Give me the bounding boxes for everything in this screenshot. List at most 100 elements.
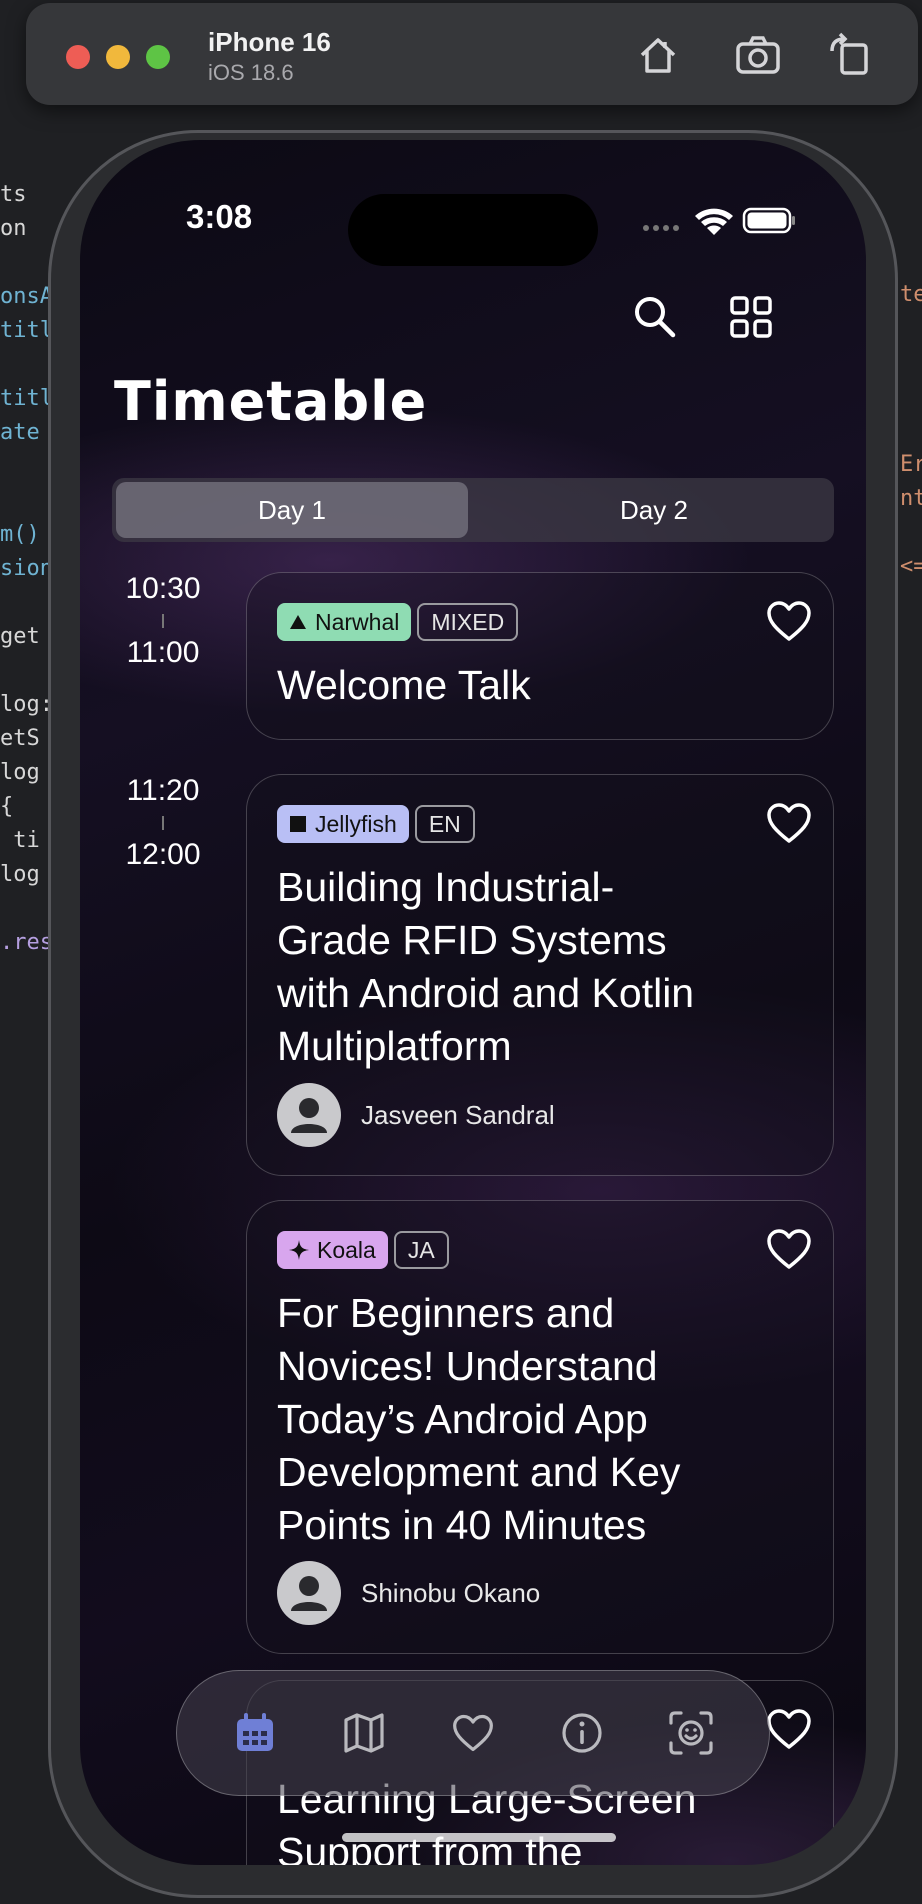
title-line: Multiplatform (277, 1023, 512, 1069)
tab-favorites[interactable] (441, 1701, 505, 1765)
session-tags: Koala JA (277, 1231, 449, 1269)
tab-about[interactable] (550, 1701, 614, 1765)
home-indicator (342, 1833, 616, 1842)
screenshot-icon[interactable] (734, 31, 782, 79)
favorite-heart-icon[interactable] (765, 1227, 813, 1271)
avatar (277, 1561, 341, 1625)
speaker-row: Jasveen Sandral (277, 1083, 555, 1147)
square-icon (290, 816, 306, 832)
speaker-name: Shinobu Okano (361, 1577, 541, 1608)
favorite-heart-icon[interactable] (765, 1707, 813, 1751)
room-badge: Jellyfish (277, 805, 409, 843)
code-line: onsA (0, 284, 53, 309)
session-card[interactable]: Narwhal MIXED Welcome Talk (246, 572, 834, 740)
time-slot: 10:30 11:00 (108, 572, 218, 670)
room-name: Koala (317, 1236, 376, 1263)
code-line: sion (0, 556, 53, 581)
title-line: Grade RFID Systems (277, 917, 667, 963)
session-card[interactable]: Koala JA For Beginners and Novices! Unde… (246, 1200, 834, 1654)
language-label: JA (407, 1236, 435, 1263)
session-tags: Narwhal MIXED (277, 603, 519, 641)
tab-day-2[interactable]: Day 2 (478, 482, 830, 538)
battery-icon (742, 207, 795, 234)
slot-separator (162, 816, 164, 830)
session-title: Welcome Talk (277, 659, 531, 712)
code-line: get (0, 624, 40, 649)
language-label: MIXED (431, 608, 505, 635)
code-line: ti (0, 828, 40, 853)
language-label: EN (428, 810, 461, 837)
home-icon[interactable] (634, 31, 682, 79)
rotate-icon[interactable] (826, 31, 874, 79)
session-card[interactable]: Jellyfish EN Building Industrial- Grade … (246, 774, 834, 1176)
app-screen: 3:08 Timetable Day 1 Day 2 10:30 11:00 1… (80, 140, 866, 1865)
room-badge: Koala (277, 1231, 388, 1269)
title-line: Welcome Talk (277, 662, 531, 708)
title-line: Building Industrial- (277, 864, 615, 910)
title-line: Development and Key (277, 1449, 681, 1495)
code-line: titl (0, 386, 53, 411)
session-tags: Jellyfish EN (277, 805, 475, 843)
sparkle-icon (289, 1240, 309, 1260)
slot-end-time: 12:00 (125, 838, 201, 871)
editor-code-left: ts on onsA titl titl ate m() sion get log: etS log {… (0, 178, 53, 960)
code-line: on (0, 216, 27, 241)
code-line: titl (0, 318, 53, 343)
code-line: nt (900, 486, 922, 511)
triangle-icon (290, 615, 306, 629)
title-line: Today’s Android App (277, 1396, 648, 1442)
info-icon (562, 1713, 602, 1753)
room-name: Narwhal (315, 608, 400, 635)
room-name: Jellyfish (315, 810, 397, 837)
code-line: { (0, 794, 14, 819)
language-badge: JA (393, 1231, 449, 1269)
slot-start-time: 11:20 (126, 774, 200, 807)
search-icon[interactable] (630, 292, 680, 342)
favorite-heart-icon[interactable] (765, 599, 813, 643)
code-line: ate (0, 420, 40, 445)
code-line: <= (900, 554, 922, 579)
tab-timetable[interactable] (223, 1701, 287, 1765)
heart-icon (453, 1714, 493, 1752)
day-selector: Day 1 Day 2 (112, 478, 834, 542)
dynamic-island (348, 194, 598, 266)
calendar-icon (237, 1713, 273, 1751)
bottom-tab-bar (176, 1670, 770, 1796)
page-title: Timetable (114, 370, 428, 433)
close-window-button[interactable] (66, 45, 90, 69)
avatar (277, 1083, 341, 1147)
simulator-titlebar: iPhone 16 iOS 18.6 (26, 3, 918, 105)
title-line: Support from the (277, 1829, 583, 1865)
code-line: .res (0, 930, 53, 955)
title-line: with Android and Kotlin (277, 970, 695, 1016)
zoom-window-button[interactable] (146, 45, 170, 69)
tab-map[interactable] (332, 1701, 396, 1765)
session-title: Building Industrial- Grade RFID Systems … (277, 861, 694, 1073)
favorite-heart-icon[interactable] (765, 801, 813, 845)
minimize-window-button[interactable] (106, 45, 130, 69)
face-scan-icon (669, 1711, 713, 1755)
code-line: log (0, 862, 40, 887)
speaker-row: Shinobu Okano (277, 1561, 540, 1625)
grid-view-icon[interactable] (726, 292, 776, 342)
title-line: For Beginners and (277, 1290, 615, 1336)
time-slot: 11:20 12:00 (108, 774, 218, 872)
title-line: Novices! Understand (277, 1343, 658, 1389)
title-line: Points in 40 Minutes (277, 1502, 647, 1548)
speaker-name: Jasveen Sandral (361, 1099, 555, 1130)
map-icon (344, 1713, 384, 1753)
language-badge: EN (414, 805, 475, 843)
tab-profile[interactable] (659, 1701, 723, 1765)
code-line: ts (0, 182, 27, 207)
tab-day-1[interactable]: Day 1 (116, 482, 468, 538)
language-badge: MIXED (417, 603, 519, 641)
desktop-background: ts on onsA titl titl ate m() sion get log: etS log {… (0, 0, 922, 1904)
